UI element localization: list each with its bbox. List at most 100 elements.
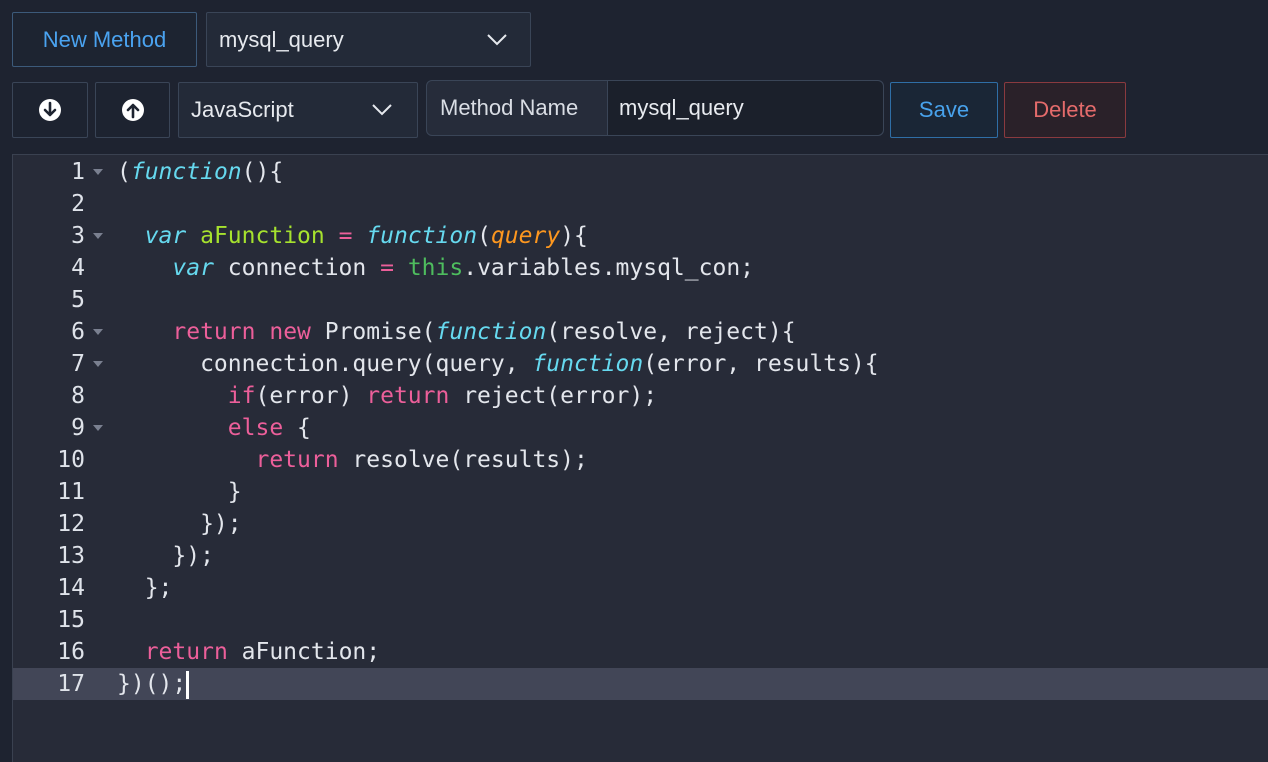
line-number: 1 [71,159,85,185]
code-token: function [435,319,547,345]
arrow-down-circle-icon [39,99,61,121]
method-select[interactable]: mysql_query [206,12,531,67]
code-token: connection [213,255,381,281]
code-token: aFunction [200,223,325,249]
code-token: .variables.mysql_con; [463,255,755,281]
line-number: 12 [57,511,85,537]
code-token: = [338,223,353,249]
code-token: = [380,255,394,281]
code-token: query [490,223,561,249]
line-number: 6 [71,319,85,345]
code-text: return aFunction; [117,636,380,668]
code-token: return [255,447,339,473]
line-number: 15 [57,607,85,633]
code-line[interactable]: 11 } [13,476,1268,508]
code-line[interactable]: 10 return resolve(results); [13,444,1268,476]
line-number: 8 [71,383,85,409]
line-number: 4 [71,255,85,281]
fold-toggle-icon[interactable] [93,425,103,431]
save-button[interactable]: Save [890,82,998,138]
code-token: })(); [117,671,187,697]
method-name-label: Method Name [427,81,608,135]
line-number: 13 [57,543,85,569]
code-line[interactable]: 6 return new Promise(function(resolve, r… [13,316,1268,348]
code-token: }); [117,543,214,569]
code-editor[interactable]: 1 (function(){2 3 var aFunction = function… [12,154,1268,762]
code-token: else [227,415,284,441]
fold-toggle-icon[interactable] [93,329,103,335]
code-line[interactable]: 7 connection.query(query, function(error… [13,348,1268,380]
code-line[interactable]: 13 }); [13,540,1268,572]
line-number: 9 [71,415,85,441]
code-line[interactable]: 3 var aFunction = function(query){ [13,220,1268,252]
code-line[interactable]: 2 [13,188,1268,220]
code-text: if(error) return reject(error); [117,380,657,412]
line-number: 16 [57,639,85,665]
code-token: if [227,383,256,409]
code-text: (function(){ [117,156,283,188]
text-cursor [186,670,190,699]
code-token: aFunction; [227,639,381,665]
code-line[interactable]: 8 if(error) return reject(error); [13,380,1268,412]
code-text: }); [117,508,242,540]
code-token: ( [117,159,131,185]
line-number: 2 [71,191,85,217]
code-line[interactable]: 1 (function(){ [13,156,1268,188]
code-line[interactable]: 9 else { [13,412,1268,444]
code-line[interactable]: 17 })(); [13,668,1268,700]
line-number: 17 [57,671,85,697]
fold-toggle-icon[interactable] [93,361,103,367]
chevron-down-icon [372,104,392,116]
code-line[interactable]: 5 [13,284,1268,316]
code-text: }; [117,572,173,604]
code-line[interactable]: 4 var connection = this.variables.mysql_… [13,252,1268,284]
code-text: else { [117,412,311,444]
code-token: var [172,255,214,281]
code-token: } [117,479,242,505]
code-text: return resolve(results); [117,444,587,476]
method-name-group: Method Name mysql_query [426,80,884,136]
code-line[interactable]: 12 }); [13,508,1268,540]
fold-toggle-icon[interactable] [93,233,103,239]
code-token: return [172,319,256,345]
fold-toggle-icon[interactable] [93,169,103,175]
code-text: connection.query(query, function(error, … [117,348,879,380]
code-token: return [144,639,228,665]
code-token: Promise( [310,319,436,345]
move-up-button[interactable] [95,82,170,138]
code-line[interactable]: 16 return aFunction; [13,636,1268,668]
code-token: var [144,223,187,249]
code-token: connection.query(query, [117,351,533,377]
code-token: { [283,415,311,441]
code-token: ){ [560,223,588,249]
code-token: }; [117,575,173,601]
code-token: this [407,255,464,281]
delete-button[interactable]: Delete [1004,82,1126,138]
line-number: 14 [57,575,85,601]
method-name-input[interactable]: mysql_query [608,81,883,135]
code-token: (error, results){ [643,351,879,377]
code-text: var aFunction = function(query){ [117,220,588,252]
code-text: })(); [117,668,190,700]
code-line[interactable]: 15 [13,604,1268,636]
code-text: return new Promise(function(resolve, rej… [117,316,795,348]
line-number: 3 [71,223,85,249]
code-line[interactable]: 14 }; [13,572,1268,604]
code-token: (){ [241,159,284,185]
code-text: } [117,476,242,508]
move-down-button[interactable] [12,82,88,138]
line-number: 10 [57,447,85,473]
new-method-button[interactable]: New Method [12,12,197,67]
language-select[interactable]: JavaScript [178,82,418,138]
code-token: reject(error); [449,383,658,409]
code-token: function [366,223,478,249]
line-number: 11 [57,479,85,505]
chevron-down-icon [487,33,507,45]
